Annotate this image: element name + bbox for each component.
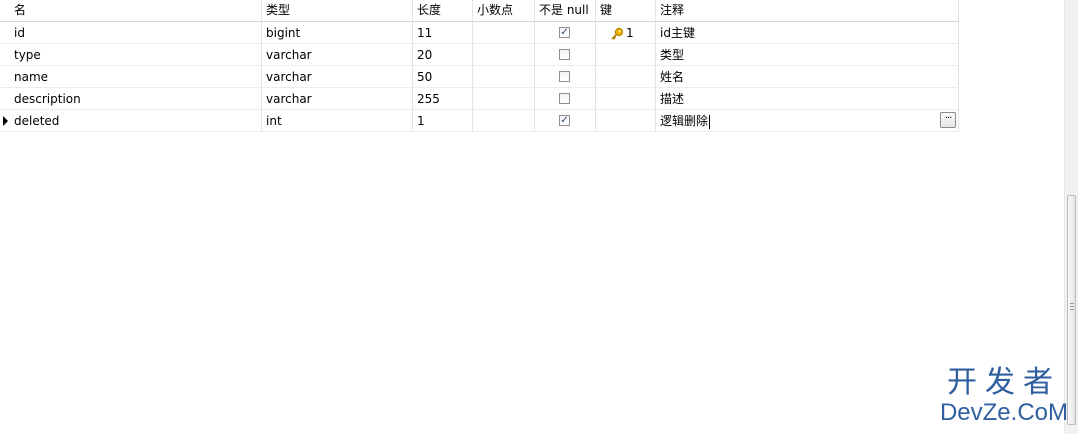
field-length-cell[interactable]: 50 xyxy=(413,66,473,88)
current-row-arrow-icon xyxy=(3,116,8,126)
field-length-cell[interactable]: 255 xyxy=(413,88,473,110)
row-indicator-cell[interactable] xyxy=(0,66,10,88)
watermark-line1: 开发者 xyxy=(946,365,1061,400)
not-null-cell[interactable] xyxy=(535,44,596,66)
field-decimal-cell[interactable] xyxy=(473,66,535,88)
fields-grid: 名 类型 长度 小数点 不是 null 键 注释 id bigint 11 ✓ … xyxy=(0,0,959,132)
key-order: 1 xyxy=(626,26,634,40)
header-indicator-cell xyxy=(0,0,10,22)
not-null-cell[interactable] xyxy=(535,66,596,88)
ellipsis-button[interactable]: ··· xyxy=(940,112,956,128)
field-decimal-cell[interactable] xyxy=(473,22,535,44)
key-cell[interactable] xyxy=(596,66,656,88)
field-decimal-cell[interactable] xyxy=(473,110,535,132)
field-type-cell[interactable]: bigint xyxy=(262,22,413,44)
not-null-cell[interactable]: ✓ xyxy=(535,110,596,132)
table-row[interactable]: description varchar 255 描述 xyxy=(0,88,959,110)
field-name-cell[interactable]: deleted xyxy=(10,110,262,132)
field-length-cell[interactable]: 1 xyxy=(413,110,473,132)
key-icon xyxy=(611,27,624,40)
comment-editor[interactable]: 逻辑删除 ··· xyxy=(656,110,959,132)
row-indicator-cell[interactable] xyxy=(0,88,10,110)
header-not-null[interactable]: 不是 null xyxy=(535,0,596,22)
field-decimal-cell[interactable] xyxy=(473,88,535,110)
header-name[interactable]: 名 xyxy=(10,0,262,22)
row-indicator-cell[interactable] xyxy=(0,110,10,132)
field-name-cell[interactable]: type xyxy=(10,44,262,66)
grip-line xyxy=(1070,309,1074,310)
row-indicator-cell[interactable] xyxy=(0,44,10,66)
watermark: 开发者 DevZe.CoM xyxy=(940,366,1068,426)
field-length-cell[interactable]: 11 xyxy=(413,22,473,44)
watermark-line2: DevZe.CoM xyxy=(939,399,1068,426)
not-null-checkbox[interactable] xyxy=(559,71,570,82)
header-key[interactable]: 键 xyxy=(596,0,656,22)
not-null-checkbox[interactable]: ✓ xyxy=(559,27,570,38)
not-null-cell[interactable]: ✓ xyxy=(535,22,596,44)
table-row-current[interactable]: deleted int 1 ✓ 逻辑删除 ··· xyxy=(0,110,959,132)
field-length-cell[interactable]: 20 xyxy=(413,44,473,66)
field-type-cell[interactable]: int xyxy=(262,110,413,132)
header-type[interactable]: 类型 xyxy=(262,0,413,22)
grip-line xyxy=(1070,306,1074,307)
field-name-cell[interactable]: name xyxy=(10,66,262,88)
field-type-cell[interactable]: varchar xyxy=(262,44,413,66)
key-cell[interactable]: 1 xyxy=(596,22,656,44)
table-row[interactable]: name varchar 50 姓名 xyxy=(0,66,959,88)
field-comment-cell[interactable]: id主键 xyxy=(656,22,959,44)
field-decimal-cell[interactable] xyxy=(473,44,535,66)
key-cell[interactable] xyxy=(596,88,656,110)
text-caret xyxy=(709,114,711,129)
header-length[interactable]: 长度 xyxy=(413,0,473,22)
grip-line xyxy=(1070,303,1074,304)
key-cell[interactable] xyxy=(596,110,656,132)
not-null-checkbox[interactable]: ✓ xyxy=(559,115,570,126)
table-row[interactable]: type varchar 20 类型 xyxy=(0,44,959,66)
field-name-cell[interactable]: id xyxy=(10,22,262,44)
not-null-checkbox[interactable] xyxy=(559,49,570,60)
comment-edit-text[interactable]: 逻辑删除 xyxy=(660,114,708,128)
key-cell[interactable] xyxy=(596,44,656,66)
field-type-cell[interactable]: varchar xyxy=(262,66,413,88)
scrollbar-thumb[interactable] xyxy=(1067,195,1076,425)
field-type-cell[interactable]: varchar xyxy=(262,88,413,110)
field-comment-cell[interactable]: 姓名 xyxy=(656,66,959,88)
not-null-cell[interactable] xyxy=(535,88,596,110)
table-row[interactable]: id bigint 11 ✓ 1 id主键 xyxy=(0,22,959,44)
field-comment-cell[interactable]: 描述 xyxy=(656,88,959,110)
not-null-checkbox[interactable] xyxy=(559,93,570,104)
row-indicator-cell[interactable] xyxy=(0,22,10,44)
field-name-cell[interactable]: description xyxy=(10,88,262,110)
header-decimal[interactable]: 小数点 xyxy=(473,0,535,22)
header-comment[interactable]: 注释 xyxy=(656,0,959,22)
grid-header: 名 类型 长度 小数点 不是 null 键 注释 xyxy=(0,0,959,22)
field-comment-cell[interactable]: 类型 xyxy=(656,44,959,66)
